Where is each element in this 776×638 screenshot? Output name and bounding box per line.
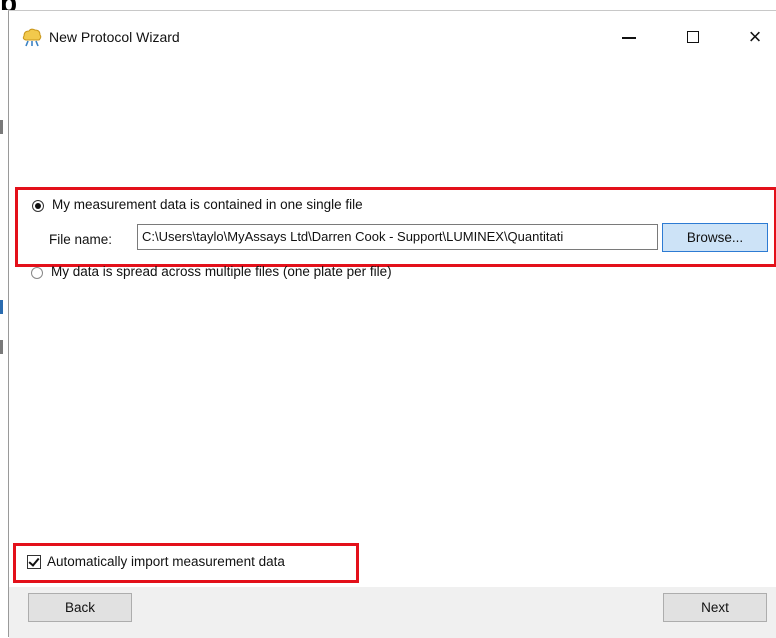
window-title: New Protocol Wizard [49,29,180,45]
single-file-radio[interactable] [32,200,44,212]
close-button[interactable]: × [733,19,776,55]
edge-mark [0,300,3,314]
auto-import-label[interactable]: Automatically import measurement data [47,554,285,569]
next-button[interactable]: Next [663,593,767,622]
edge-mark [0,120,3,134]
new-protocol-wizard-window: New Protocol Wizard × My measurement dat… [8,10,776,638]
auto-import-checkbox[interactable] [27,555,41,569]
maximize-button[interactable] [671,19,715,55]
minimize-icon [622,37,636,39]
background-window-edge [0,10,8,637]
wizard-icon [22,28,42,47]
multi-file-label[interactable]: My data is spread across multiple files … [51,264,392,279]
file-name-label: File name: [49,232,113,247]
edge-mark [0,340,3,354]
minimize-button[interactable] [607,19,651,55]
multi-file-radio[interactable] [31,267,43,279]
close-icon: × [748,24,762,49]
maximize-icon [687,31,699,43]
back-button[interactable]: Back [28,593,132,622]
single-file-label[interactable]: My measurement data is contained in one … [52,197,363,212]
file-name-input[interactable]: C:\Users\taylo\MyAssays Ltd\Darren Cook … [137,224,658,250]
title-bar[interactable]: New Protocol Wizard × [9,11,776,63]
browse-button[interactable]: Browse... [662,223,768,252]
